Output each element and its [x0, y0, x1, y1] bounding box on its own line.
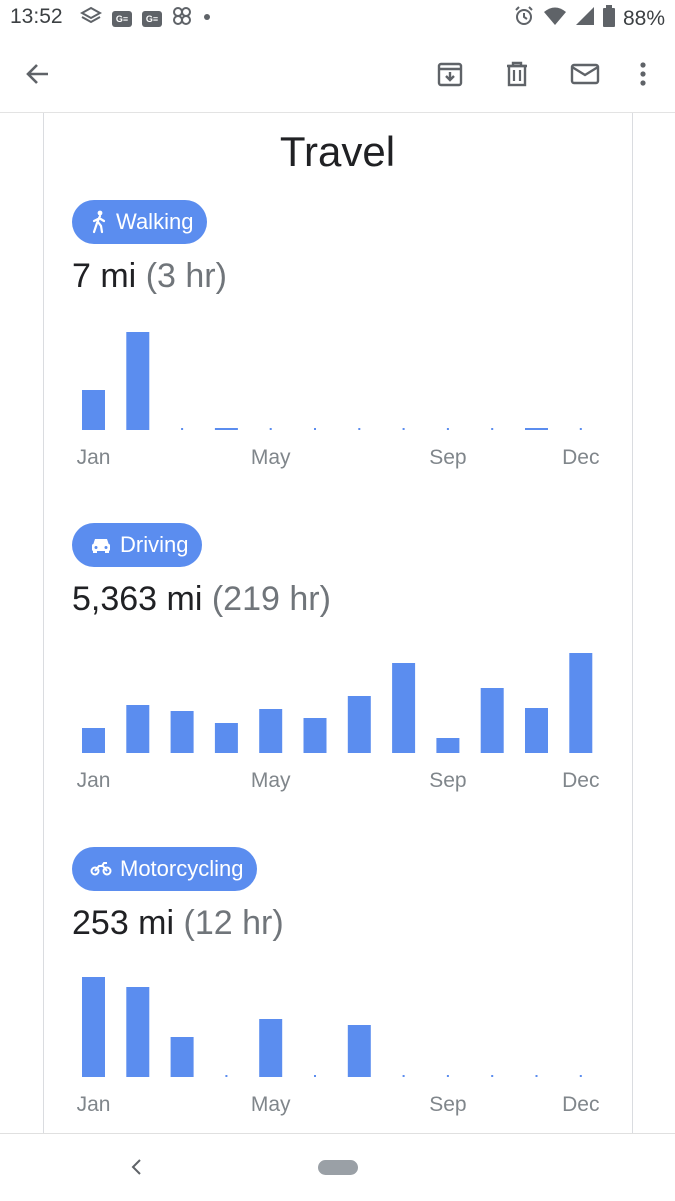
app-bar — [0, 36, 675, 113]
bar-dec — [579, 1075, 582, 1077]
more-options-button[interactable] — [621, 52, 665, 96]
bar-sep — [446, 428, 449, 430]
alarm-icon — [513, 5, 535, 32]
tick-label-sep: Sep — [429, 769, 466, 792]
nav-home-pill[interactable] — [318, 1160, 358, 1175]
delete-button[interactable] — [495, 52, 539, 96]
bar-jun — [303, 718, 327, 753]
car-icon — [92, 539, 110, 553]
bar-dec — [579, 428, 582, 430]
tick-label-jan: Jan — [77, 1093, 111, 1116]
archive-button[interactable] — [428, 52, 472, 96]
chip-label: Walking — [116, 209, 194, 234]
bar-jul — [347, 1025, 371, 1077]
wifi-icon — [543, 6, 567, 31]
notification-badge-icon: G≡ — [112, 10, 132, 27]
bar-nov — [535, 1075, 538, 1077]
motorcycling-summary: 253 mi (12 hr) — [72, 904, 284, 943]
tick-label-dec: Dec — [562, 769, 599, 792]
bar-sep — [446, 1075, 449, 1077]
bar-jun — [314, 1075, 316, 1077]
tick-label-dec: Dec — [562, 446, 599, 469]
motorcycle-icon — [90, 862, 112, 876]
bar-oct — [480, 688, 504, 753]
bar-feb — [126, 705, 150, 753]
tick-label-sep: Sep — [429, 1093, 466, 1116]
distance-value: 253 mi — [72, 904, 175, 942]
chip-label: Driving — [120, 532, 189, 557]
bar-apr — [214, 428, 238, 430]
walking-chip: Walking — [72, 200, 208, 244]
duration-value: (3 hr) — [145, 257, 227, 295]
bar-sep — [436, 738, 460, 753]
signal-icon — [575, 6, 595, 31]
mail-icon — [570, 63, 600, 85]
bar-jan — [82, 390, 105, 430]
stack-icon — [79, 6, 103, 31]
driving-summary: 5,363 mi (219 hr) — [72, 580, 331, 619]
tick-label-sep: Sep — [429, 446, 466, 469]
pinwheel-icon — [172, 6, 192, 31]
nav-back-icon[interactable] — [124, 1154, 150, 1180]
bar-feb — [126, 987, 150, 1077]
bar-nov — [525, 428, 548, 430]
system-icons: 88% — [513, 5, 665, 32]
bar-dec — [569, 653, 593, 753]
dot-icon — [202, 6, 212, 31]
bar-jun — [314, 428, 316, 430]
walking-icon — [92, 210, 106, 234]
bar-jan — [82, 977, 105, 1077]
tick-label-dec: Dec — [562, 1093, 599, 1116]
card-title: Travel — [279, 128, 396, 175]
notification-badge-icon: G≡ — [142, 10, 162, 27]
bar-feb — [126, 332, 150, 430]
bar-aug — [402, 1075, 405, 1077]
tick-label-may: May — [251, 1093, 291, 1116]
notification-icons: G≡ G≡ — [79, 6, 212, 31]
tick-label-jan: Jan — [77, 769, 111, 792]
bar-oct — [491, 428, 494, 430]
back-arrow-icon — [26, 64, 48, 84]
more-vert-icon — [640, 62, 646, 86]
status-bar: 13:52 G≡ G≡ 88% — [0, 0, 675, 36]
bar-apr — [225, 1075, 228, 1077]
bar-may — [259, 1019, 283, 1077]
tick-label-may: May — [251, 769, 291, 792]
status-time: 13:52 — [10, 5, 63, 28]
mark-unread-button[interactable] — [563, 52, 607, 96]
chip-label: Motorcycling — [120, 856, 244, 881]
distance-value: 5,363 mi — [72, 580, 203, 618]
motorcycling-chip: Motorcycling — [72, 847, 258, 891]
bar-jan — [82, 728, 105, 753]
system-nav-bar — [0, 1133, 675, 1201]
bar-mar — [181, 428, 184, 430]
battery-icon — [602, 5, 615, 32]
bar-jul — [347, 696, 371, 753]
battery-percent: 88% — [622, 6, 665, 30]
driving-chip: Driving — [72, 523, 203, 567]
duration-value: (219 hr) — [211, 580, 331, 618]
bar-nov — [525, 708, 548, 753]
bar-jul — [358, 428, 361, 430]
distance-value: 7 mi — [72, 257, 137, 295]
motorcycling-chart: Jan May Sep Dec — [77, 977, 599, 1116]
walking-summary: 7 mi (3 hr) — [72, 257, 227, 296]
bar-aug — [402, 428, 405, 430]
bar-may — [269, 428, 272, 430]
duration-value: (12 hr) — [183, 904, 284, 942]
archive-icon — [437, 62, 463, 87]
tick-label-may: May — [251, 446, 291, 469]
bar-mar — [170, 1037, 194, 1077]
delete-icon — [507, 61, 527, 87]
bar-may — [259, 709, 283, 753]
bar-apr — [214, 723, 238, 753]
walking-chart: Jan May Sep Dec — [77, 332, 599, 469]
bar-oct — [491, 1075, 494, 1077]
bar-mar — [170, 711, 194, 753]
driving-chart: Jan May Sep Dec — [77, 653, 599, 792]
tick-label-jan: Jan — [77, 446, 111, 469]
back-button[interactable] — [16, 52, 60, 96]
bar-aug — [392, 663, 416, 753]
